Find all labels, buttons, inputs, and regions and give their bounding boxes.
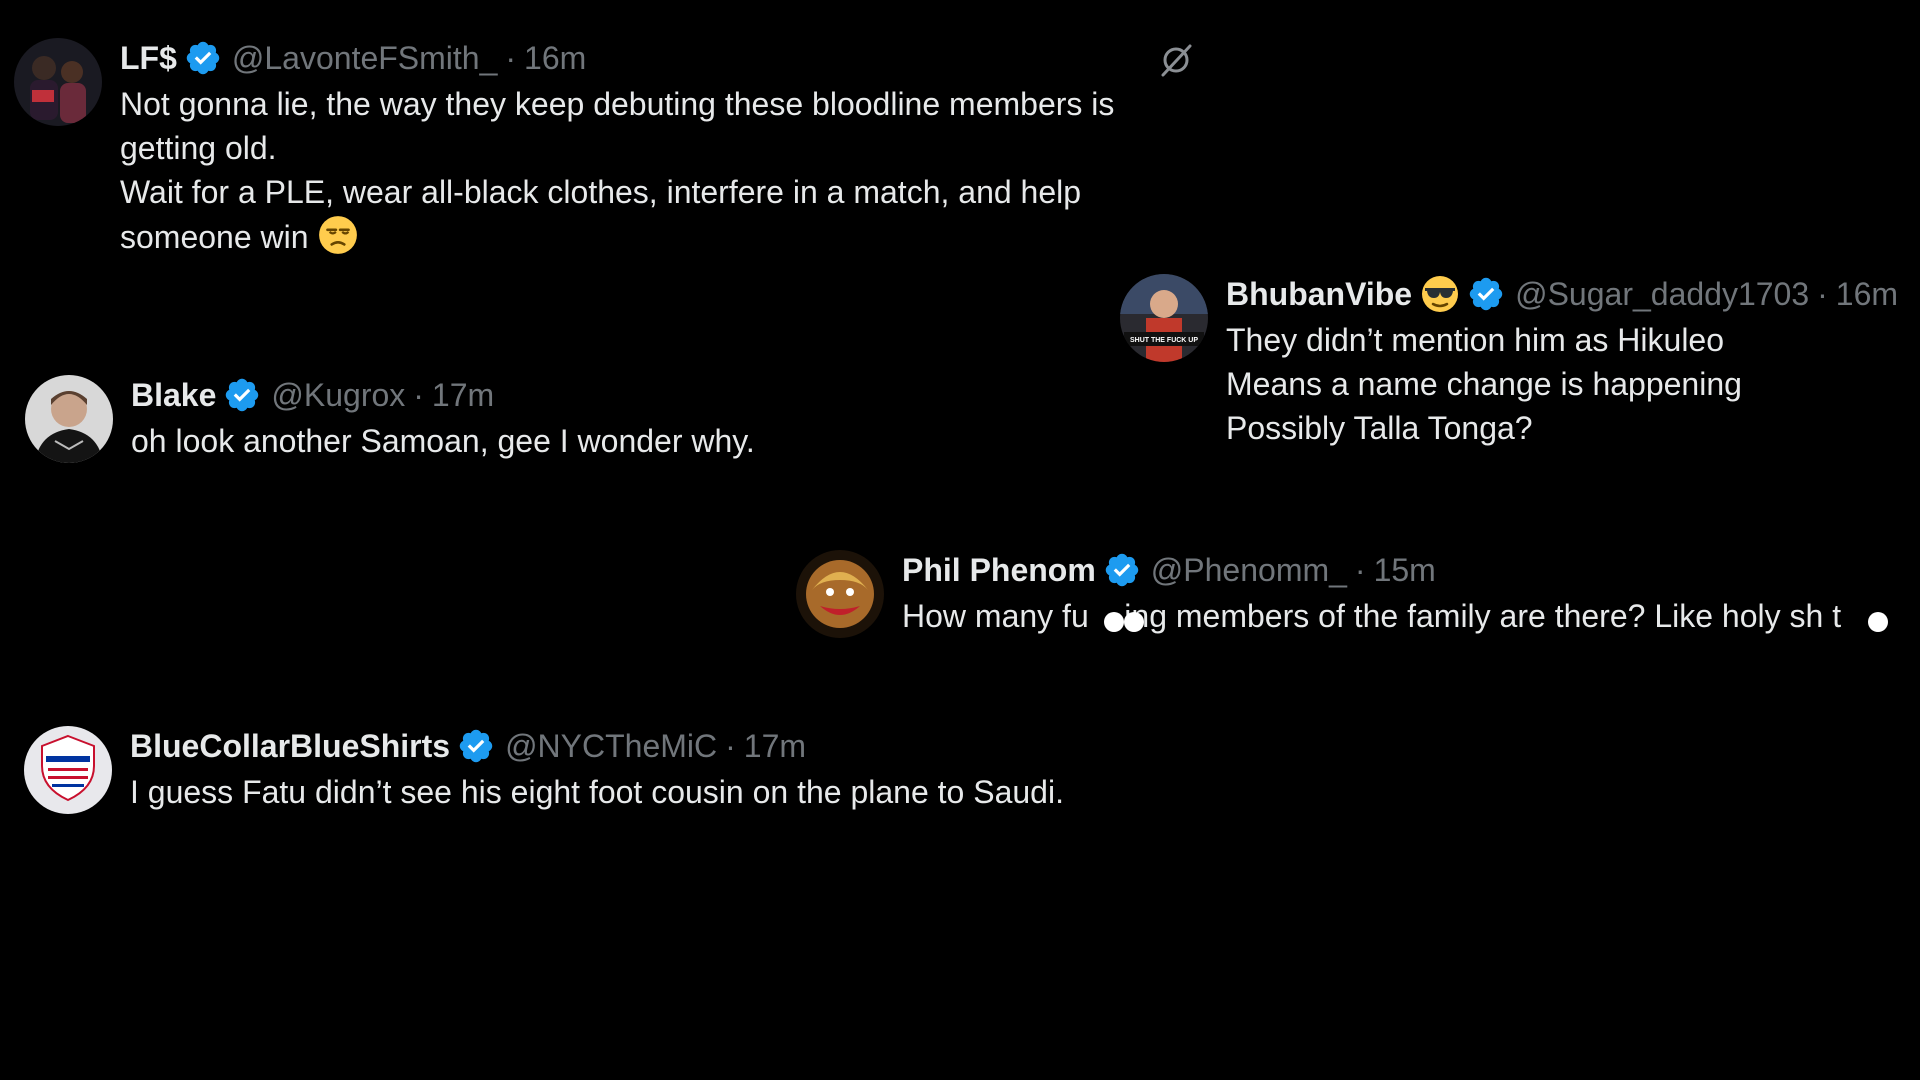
tweet-header: Phil Phenom @Phenomm_ · 15m: [902, 550, 1841, 590]
separator-dot: ·: [1354, 552, 1366, 588]
avatar-image: SHUT THE FUCK UP: [1120, 274, 1208, 362]
avatar-image: [14, 38, 102, 126]
display-name[interactable]: Blake: [131, 375, 216, 415]
avatar-image: [25, 375, 113, 463]
censor-dot: [1104, 612, 1124, 632]
tweet-line: Wait for a PLE, wear all-black clothes, …: [120, 174, 1082, 210]
verified-badge-icon: [1103, 551, 1141, 589]
tweet-line: They didn’t mention him as Hikuleo: [1226, 322, 1725, 358]
tweet-phil-phenom[interactable]: Phil Phenom @Phenomm_ · 15m How many fu …: [796, 550, 1888, 638]
separator-dot: ·: [413, 377, 424, 413]
timestamp[interactable]: 17m: [744, 726, 806, 766]
tweet-text: How many fu ing members of the family ar…: [902, 594, 1888, 638]
user-handle[interactable]: @Kugrox: [271, 375, 405, 415]
censor-dot: [1124, 612, 1144, 632]
tweet-lfs[interactable]: LF$ @LavonteFSmith_ · 16m Not gonna lie,…: [14, 38, 1114, 259]
avatar-image: [24, 726, 112, 814]
tweet-line: Not gonna lie, the way they keep debutin…: [120, 86, 1115, 122]
avatar[interactable]: [14, 38, 102, 126]
tweet-text: I guess Fatu didn’t see his eight foot c…: [130, 770, 1064, 814]
tweet-line: Possibly Talla Tonga?: [1226, 410, 1533, 446]
display-name[interactable]: BlueCollarBlueShirts: [130, 726, 450, 766]
display-name[interactable]: Phil Phenom: [902, 550, 1096, 590]
tweet-header: BlueCollarBlueShirts @NYCTheMiC · 17m: [130, 726, 1064, 766]
tweet-bhubanvibe[interactable]: SHUT THE FUCK UP BhubanVibe @Sugar_daddy…: [1120, 274, 1898, 450]
separator-dot: ·: [505, 40, 517, 76]
avatar-image: [796, 550, 884, 638]
tweet-line: How many fu ing members of the family ar…: [902, 598, 1842, 634]
tweet-line: I guess Fatu didn’t see his eight foot c…: [130, 774, 1064, 810]
separator-dot: ·: [1817, 276, 1828, 312]
verified-badge-icon: [1467, 275, 1505, 313]
avatar[interactable]: SHUT THE FUCK UP: [1120, 274, 1208, 362]
avatar[interactable]: [24, 726, 112, 814]
verified-badge-icon: [223, 376, 261, 414]
tweet-text: They didn’t mention him as Hikuleo Means…: [1226, 318, 1898, 450]
timestamp[interactable]: 17m: [432, 375, 494, 415]
tweet-line: oh look another Samoan, gee I wonder why…: [131, 423, 755, 459]
display-name[interactable]: LF$: [120, 38, 177, 78]
tweet-blake[interactable]: Blake @Kugrox · 17m oh look another Samo…: [25, 375, 755, 463]
tweet-line-with-emoji: someone win: [120, 214, 1114, 259]
verified-badge-icon: [184, 39, 222, 77]
censor-dot: [1868, 612, 1888, 632]
tweet-header: BhubanVibe @Sugar_daddy1703 · 16m: [1226, 274, 1898, 314]
unamused-face-emoji: [317, 214, 359, 256]
timestamp[interactable]: 15m: [1374, 550, 1436, 590]
tweet-bluecollarblueshirts[interactable]: BlueCollarBlueShirts @NYCTheMiC · 17m I …: [24, 726, 1064, 814]
tweet-line: someone win: [120, 219, 309, 255]
tweet-header: LF$ @LavonteFSmith_ · 16m: [120, 38, 1114, 78]
mute-slash-icon[interactable]: [1155, 40, 1195, 80]
display-name[interactable]: BhubanVibe: [1226, 274, 1412, 314]
avatar-caption: SHUT THE FUCK UP: [1130, 337, 1198, 344]
timestamp[interactable]: 16m: [524, 38, 586, 78]
user-handle[interactable]: @LavonteFSmith_: [232, 38, 498, 78]
avatar[interactable]: [25, 375, 113, 463]
tweet-line: Means a name change is happening: [1226, 366, 1742, 402]
sunglasses-face-emoji: [1420, 274, 1460, 314]
tweet-header: Blake @Kugrox · 17m: [131, 375, 755, 415]
tweet-text: oh look another Samoan, gee I wonder why…: [131, 419, 755, 463]
separator-dot: ·: [725, 728, 736, 764]
timestamp[interactable]: 16m: [1836, 274, 1898, 314]
avatar[interactable]: [796, 550, 884, 638]
user-handle[interactable]: @Sugar_daddy1703: [1515, 274, 1809, 314]
tweet-line: getting old.: [120, 130, 277, 166]
user-handle[interactable]: @NYCTheMiC: [505, 726, 717, 766]
user-handle[interactable]: @Phenomm_: [1151, 550, 1347, 590]
tweet-text: Not gonna lie, the way they keep debutin…: [120, 82, 1114, 259]
verified-badge-icon: [457, 727, 495, 765]
